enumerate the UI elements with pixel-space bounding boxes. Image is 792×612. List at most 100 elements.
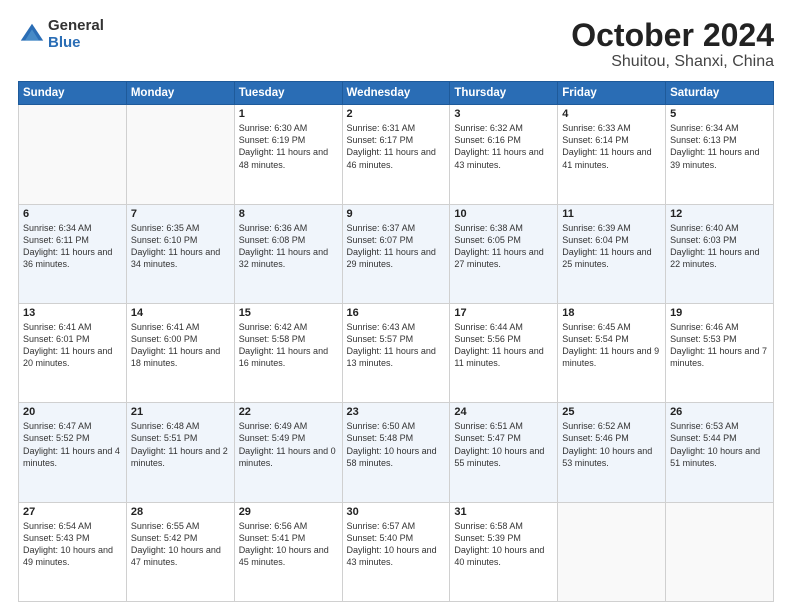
table-row: 24 Sunrise: 6:51 AM Sunset: 5:47 PM Dayli… [450, 403, 558, 502]
table-row: 9Sunrise: 6:37 AM Sunset: 6:07 PM Daylig… [342, 204, 450, 303]
day-number: 30 [347, 506, 446, 518]
table-row: 16 Sunrise: 6:43 AM Sunset: 5:57 PM Dayli… [342, 303, 450, 402]
day-number: 12 [670, 208, 769, 220]
day-info: Sunrise: 6:41 AM Sunset: 6:00 PM Dayligh… [131, 321, 230, 370]
table-row: 31 Sunrise: 6:58 AM Sunset: 5:39 PM Dayli… [450, 502, 558, 601]
col-sunday: Sunday [19, 82, 127, 105]
day-info: Sunrise: 6:56 AM Sunset: 5:41 PM Dayligh… [239, 520, 338, 569]
day-info: Sunrise: 6:52 AM Sunset: 5:46 PM Dayligh… [562, 420, 661, 469]
table-row: 20Sunrise: 6:47 AM Sunset: 5:52 PM Dayli… [19, 403, 127, 502]
table-row: 7Sunrise: 6:35 AM Sunset: 6:10 PM Daylig… [126, 204, 234, 303]
day-number: 13 [23, 307, 122, 319]
table-row [558, 502, 666, 601]
table-row: 6 Sunrise: 6:34 AM Sunset: 6:11 PM Daylig… [19, 204, 127, 303]
table-row: 14 Sunrise: 6:41 AM Sunset: 6:00 PM Dayli… [126, 303, 234, 402]
col-wednesday: Wednesday [342, 82, 450, 105]
day-number: 5 [670, 108, 769, 120]
logo-icon [18, 21, 46, 49]
table-row: 8 Sunrise: 6:36 AM Sunset: 6:08 PM Daylig… [234, 204, 342, 303]
day-number: 25 [562, 406, 661, 418]
logo-blue-text: Blue [48, 35, 104, 52]
table-row: 29Sunrise: 6:56 AM Sunset: 5:41 PM Dayli… [234, 502, 342, 601]
day-number: 16 [347, 307, 446, 319]
day-info: Sunrise: 6:36 AM Sunset: 6:08 PM Dayligh… [239, 222, 338, 271]
day-number: 11 [562, 208, 661, 220]
table-row: 23 Sunrise: 6:50 AM Sunset: 5:48 PM Dayli… [342, 403, 450, 502]
title-block: October 2024 Shuitou, Shanxi, China [571, 18, 774, 71]
day-number: 17 [454, 307, 553, 319]
day-info: Sunrise: 6:42 AM Sunset: 5:58 PM Dayligh… [239, 321, 338, 370]
day-info: Sunrise: 6:45 AM Sunset: 5:54 PM Dayligh… [562, 321, 661, 370]
table-row: 28Sunrise: 6:55 AM Sunset: 5:42 PM Dayli… [126, 502, 234, 601]
day-info: Sunrise: 6:40 AM Sunset: 6:03 PM Dayligh… [670, 222, 769, 271]
day-number: 31 [454, 506, 553, 518]
table-row: 15 Sunrise: 6:42 AM Sunset: 5:58 PM Dayli… [234, 303, 342, 402]
day-number: 6 [23, 208, 122, 220]
table-row: 1Sunrise: 6:30 AM Sunset: 6:19 PM Daylig… [234, 105, 342, 204]
calendar-week-row: 13 Sunrise: 6:41 AM Sunset: 6:01 PM Dayli… [19, 303, 774, 402]
col-saturday: Saturday [666, 82, 774, 105]
day-info: Sunrise: 6:46 AM Sunset: 5:53 PM Dayligh… [670, 321, 769, 370]
table-row: 19 Sunrise: 6:46 AM Sunset: 5:53 PM Dayli… [666, 303, 774, 402]
logo-general-text: General [48, 18, 104, 35]
table-row: 3Sunrise: 6:32 AM Sunset: 6:16 PM Daylig… [450, 105, 558, 204]
logo-text: General Blue [48, 18, 104, 51]
col-thursday: Thursday [450, 82, 558, 105]
table-row: 26 Sunrise: 6:53 AM Sunset: 5:44 PM Dayli… [666, 403, 774, 502]
day-number: 8 [239, 208, 338, 220]
day-number: 28 [131, 506, 230, 518]
table-row: 27Sunrise: 6:54 AM Sunset: 5:43 PM Dayli… [19, 502, 127, 601]
table-row: 10 Sunrise: 6:38 AM Sunset: 6:05 PM Dayli… [450, 204, 558, 303]
day-info: Sunrise: 6:53 AM Sunset: 5:44 PM Dayligh… [670, 420, 769, 469]
day-number: 26 [670, 406, 769, 418]
day-info: Sunrise: 6:41 AM Sunset: 6:01 PM Dayligh… [23, 321, 122, 370]
calendar-week-row: 6 Sunrise: 6:34 AM Sunset: 6:11 PM Daylig… [19, 204, 774, 303]
day-number: 7 [131, 208, 230, 220]
day-info: Sunrise: 6:58 AM Sunset: 5:39 PM Dayligh… [454, 520, 553, 569]
day-number: 21 [131, 406, 230, 418]
table-row: 4Sunrise: 6:33 AM Sunset: 6:14 PM Daylig… [558, 105, 666, 204]
day-number: 10 [454, 208, 553, 220]
header: General Blue October 2024 Shuitou, Shanx… [18, 18, 774, 71]
table-row: 22Sunrise: 6:49 AM Sunset: 5:49 PM Dayli… [234, 403, 342, 502]
day-number: 14 [131, 307, 230, 319]
day-number: 24 [454, 406, 553, 418]
day-info: Sunrise: 6:50 AM Sunset: 5:48 PM Dayligh… [347, 420, 446, 469]
day-info: Sunrise: 6:54 AM Sunset: 5:43 PM Dayligh… [23, 520, 122, 569]
table-row: 5 Sunrise: 6:34 AM Sunset: 6:13 PM Daylig… [666, 105, 774, 204]
day-number: 3 [454, 108, 553, 120]
day-info: Sunrise: 6:47 AM Sunset: 5:52 PM Dayligh… [23, 420, 122, 469]
day-number: 22 [239, 406, 338, 418]
calendar-table: Sunday Monday Tuesday Wednesday Thursday… [18, 81, 774, 602]
page: General Blue October 2024 Shuitou, Shanx… [0, 0, 792, 612]
table-row: 2Sunrise: 6:31 AM Sunset: 6:17 PM Daylig… [342, 105, 450, 204]
day-number: 15 [239, 307, 338, 319]
table-row: 13 Sunrise: 6:41 AM Sunset: 6:01 PM Dayli… [19, 303, 127, 402]
table-row [666, 502, 774, 601]
day-info: Sunrise: 6:33 AM Sunset: 6:14 PM Dayligh… [562, 122, 661, 171]
table-row [126, 105, 234, 204]
table-row [19, 105, 127, 204]
day-number: 9 [347, 208, 446, 220]
day-number: 1 [239, 108, 338, 120]
day-info: Sunrise: 6:51 AM Sunset: 5:47 PM Dayligh… [454, 420, 553, 469]
day-number: 23 [347, 406, 446, 418]
col-friday: Friday [558, 82, 666, 105]
day-info: Sunrise: 6:34 AM Sunset: 6:13 PM Dayligh… [670, 122, 769, 171]
col-tuesday: Tuesday [234, 82, 342, 105]
calendar-week-row: 20Sunrise: 6:47 AM Sunset: 5:52 PM Dayli… [19, 403, 774, 502]
day-info: Sunrise: 6:38 AM Sunset: 6:05 PM Dayligh… [454, 222, 553, 271]
calendar-header-row: Sunday Monday Tuesday Wednesday Thursday… [19, 82, 774, 105]
day-info: Sunrise: 6:48 AM Sunset: 5:51 PM Dayligh… [131, 420, 230, 469]
day-info: Sunrise: 6:57 AM Sunset: 5:40 PM Dayligh… [347, 520, 446, 569]
col-monday: Monday [126, 82, 234, 105]
day-info: Sunrise: 6:43 AM Sunset: 5:57 PM Dayligh… [347, 321, 446, 370]
table-row: 12 Sunrise: 6:40 AM Sunset: 6:03 PM Dayli… [666, 204, 774, 303]
day-info: Sunrise: 6:39 AM Sunset: 6:04 PM Dayligh… [562, 222, 661, 271]
day-info: Sunrise: 6:34 AM Sunset: 6:11 PM Dayligh… [23, 222, 122, 271]
table-row: 11 Sunrise: 6:39 AM Sunset: 6:04 PM Dayli… [558, 204, 666, 303]
day-info: Sunrise: 6:31 AM Sunset: 6:17 PM Dayligh… [347, 122, 446, 171]
day-number: 19 [670, 307, 769, 319]
table-row: 17Sunrise: 6:44 AM Sunset: 5:56 PM Dayli… [450, 303, 558, 402]
logo: General Blue [18, 18, 104, 51]
